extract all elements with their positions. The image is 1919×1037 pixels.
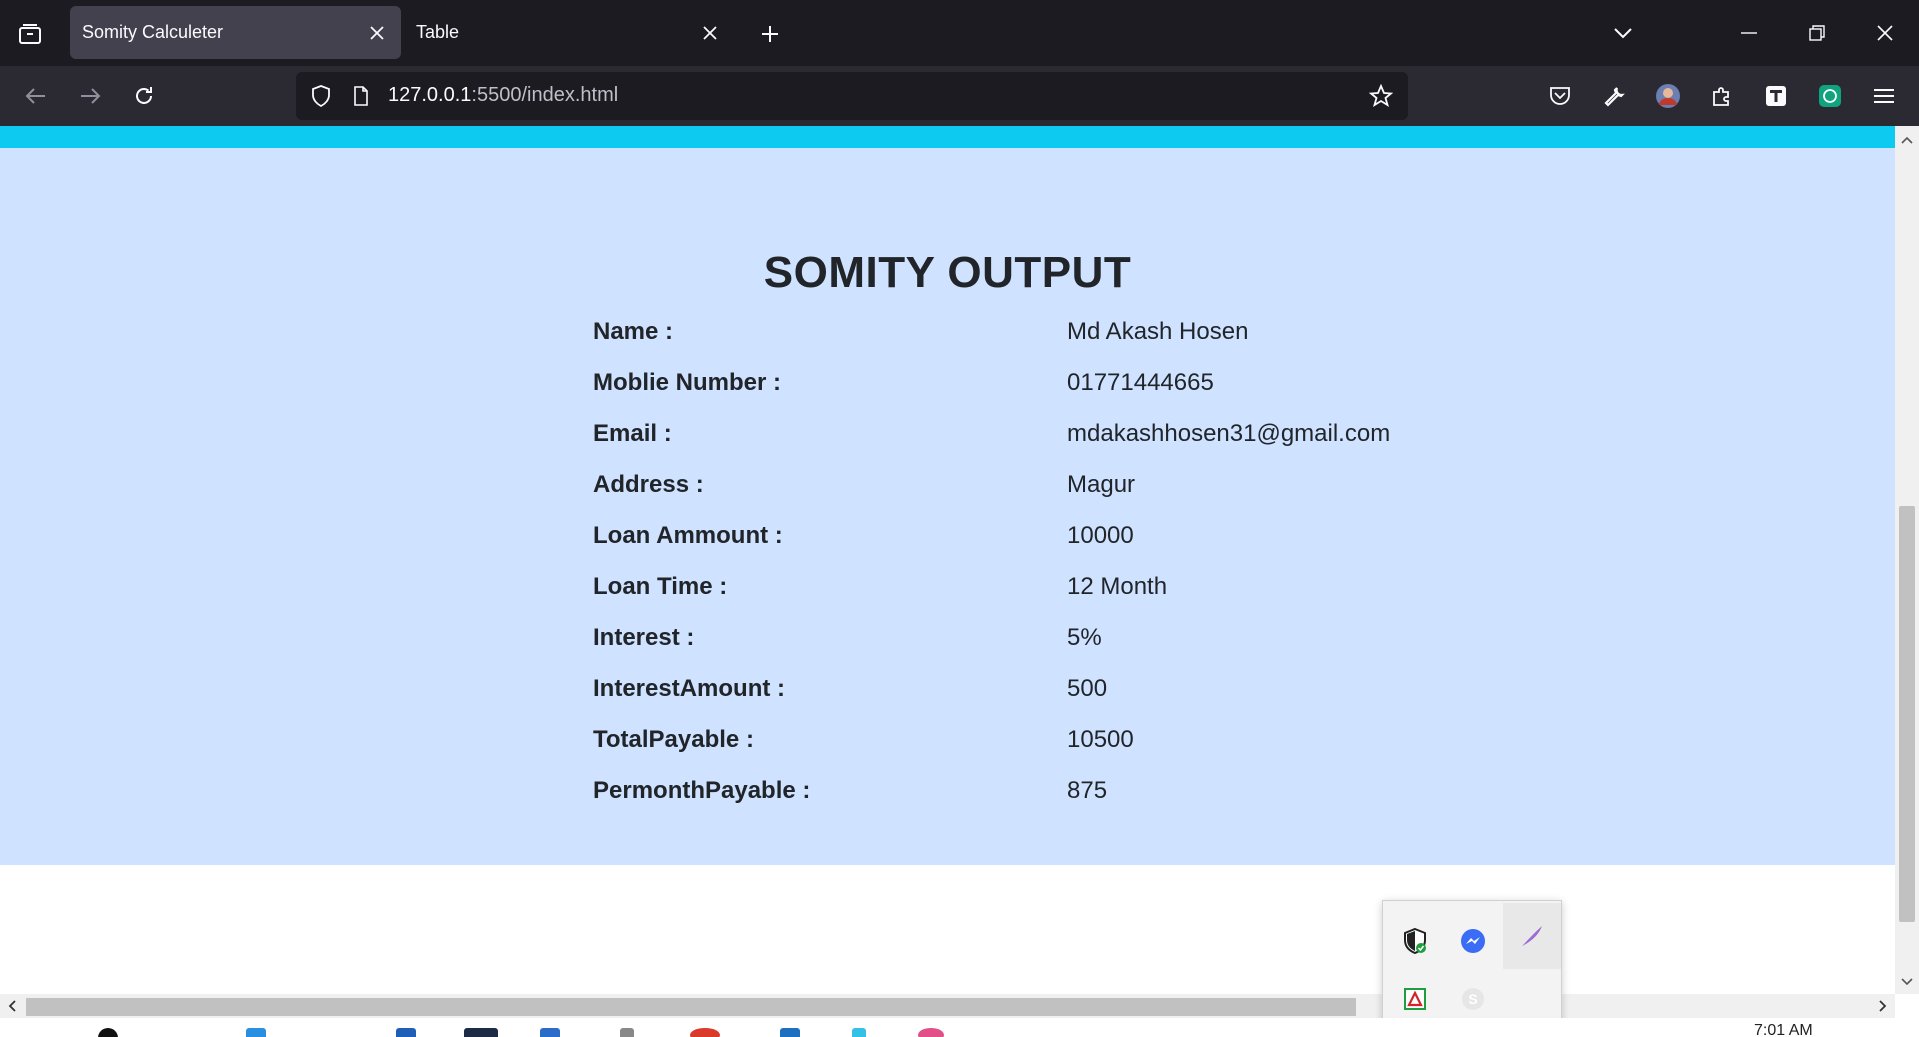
shield-icon[interactable]: [306, 81, 336, 111]
row-value: 01771444665: [1067, 369, 1214, 396]
row-value: 10500: [1067, 726, 1134, 753]
row-label: Address :: [593, 471, 704, 498]
navigation-toolbar: 127.0.0.1:5500/index.html: [0, 66, 1919, 126]
taskbar-app-icon[interactable]: [396, 1028, 416, 1037]
close-icon[interactable]: [692, 15, 728, 51]
vertical-scroll-thumb[interactable]: [1899, 506, 1915, 922]
pen-feather-icon[interactable]: [1503, 903, 1561, 969]
somity-output-section: SOMITY OUTPUT Name : Md Akash Hosen Mobl…: [0, 148, 1895, 865]
output-row-interest-amount: InterestAmount : 500: [593, 675, 1493, 715]
output-row-total-payable: TotalPayable : 10500: [593, 726, 1493, 766]
security-shield-icon[interactable]: [1387, 913, 1443, 969]
messenger-icon[interactable]: [1445, 913, 1501, 969]
url-bar[interactable]: 127.0.0.1:5500/index.html: [296, 72, 1408, 120]
forward-arrow-icon[interactable]: [70, 76, 110, 116]
horizontal-scrollbar[interactable]: [0, 994, 1895, 1018]
url-text[interactable]: 127.0.0.1:5500/index.html: [388, 84, 618, 107]
tab-somity-calculeter[interactable]: Somity Calculeter: [70, 6, 401, 59]
output-row-email: Email : mdakashhosen31@gmail.com: [593, 420, 1493, 460]
row-value: mdakashhosen31@gmail.com: [1067, 420, 1391, 447]
taskbar-app-icon[interactable]: [540, 1028, 560, 1037]
row-label: InterestAmount :: [593, 675, 785, 702]
system-tray-overflow-popup: S: [1382, 900, 1562, 1037]
close-icon[interactable]: [359, 15, 395, 51]
taskbar-clock[interactable]: 7:01 AM: [1754, 1022, 1813, 1037]
scroll-right-arrow-icon[interactable]: [1871, 994, 1895, 1018]
taskbar-app-icon[interactable]: [620, 1028, 634, 1037]
row-label: Loan Ammount :: [593, 522, 783, 549]
row-label: Email :: [593, 420, 672, 447]
page-title: SOMITY OUTPUT: [763, 248, 1132, 297]
row-value: 5%: [1067, 624, 1102, 651]
reload-icon[interactable]: [124, 76, 164, 116]
new-tab-plus-icon[interactable]: [750, 14, 790, 54]
row-label: Moblie Number :: [593, 369, 782, 396]
list-all-tabs-chevron-icon[interactable]: [1598, 10, 1648, 56]
taskbar-app-icon[interactable]: [852, 1028, 866, 1037]
search-icon[interactable]: [98, 1028, 118, 1037]
row-label: PermonthPayable :: [593, 777, 811, 804]
scroll-left-arrow-icon[interactable]: [0, 994, 24, 1018]
row-value: 10000: [1067, 522, 1134, 549]
row-value: Magur: [1067, 471, 1136, 498]
taskbar-app-icon[interactable]: [464, 1028, 498, 1037]
windows-taskbar: 7:01 AM: [0, 1018, 1919, 1037]
bookmark-star-icon[interactable]: [1366, 81, 1396, 111]
back-arrow-icon[interactable]: [16, 76, 56, 116]
chatgpt-extension-icon[interactable]: [1812, 78, 1848, 114]
row-value: 875: [1067, 777, 1108, 804]
output-row-permonth-payable: PermonthPayable : 875: [593, 777, 1493, 817]
row-label: Interest :: [593, 624, 695, 651]
close-window-icon[interactable]: [1860, 10, 1910, 56]
extensions-puzzle-icon[interactable]: [1704, 78, 1740, 114]
page-icon[interactable]: [348, 81, 374, 111]
tab-title: Somity Calculeter: [82, 22, 224, 42]
horizontal-scroll-thumb[interactable]: [26, 998, 1356, 1016]
taskbar-app-icon[interactable]: [918, 1028, 944, 1037]
url-host: 127.0.0.1: [388, 84, 472, 106]
text-t-icon[interactable]: [1758, 78, 1794, 114]
pocket-icon[interactable]: [1542, 78, 1578, 114]
row-value: Md Akash Hosen: [1067, 318, 1249, 345]
wrench-icon[interactable]: [1596, 78, 1632, 114]
taskbar-app-icon[interactable]: [780, 1028, 800, 1037]
page-viewport: SOMITY OUTPUT Name : Md Akash Hosen Mobl…: [0, 126, 1895, 994]
account-avatar-icon[interactable]: [1650, 78, 1686, 114]
taskbar-app-icon[interactable]: [690, 1028, 720, 1037]
tab-table[interactable]: Table: [404, 6, 734, 59]
tab-bar: Somity Calculeter Table: [0, 0, 1919, 66]
row-value: 500: [1067, 675, 1108, 702]
scroll-down-arrow-icon[interactable]: [1895, 970, 1919, 994]
output-row-interest: Interest : 5%: [593, 624, 1493, 664]
minimize-icon[interactable]: [1724, 10, 1774, 56]
row-value: 12 Month: [1067, 573, 1168, 600]
output-row-mobile: Moblie Number : 01771444665: [593, 369, 1493, 409]
output-row-loan-amount: Loan Ammount : 10000: [593, 522, 1493, 562]
url-path: :5500/index.html: [471, 84, 619, 106]
header-strip: [0, 126, 1895, 148]
row-label: Loan Time :: [593, 573, 728, 600]
row-label: TotalPayable :: [593, 726, 754, 753]
restore-icon[interactable]: [1792, 10, 1842, 56]
row-label: Name :: [593, 318, 674, 345]
tab-list-icon[interactable]: [8, 14, 52, 54]
output-row-name: Name : Md Akash Hosen: [593, 318, 1493, 358]
scroll-up-arrow-icon[interactable]: [1895, 128, 1919, 152]
output-row-address: Address : Magur: [593, 471, 1493, 511]
output-row-loan-time: Loan Time : 12 Month: [593, 573, 1493, 613]
vertical-scrollbar[interactable]: [1895, 126, 1919, 994]
tab-title: Table: [416, 22, 460, 42]
svg-text:S: S: [1468, 991, 1477, 1007]
hamburger-menu-icon[interactable]: [1866, 78, 1902, 114]
taskbar-app-icon[interactable]: [246, 1028, 266, 1037]
